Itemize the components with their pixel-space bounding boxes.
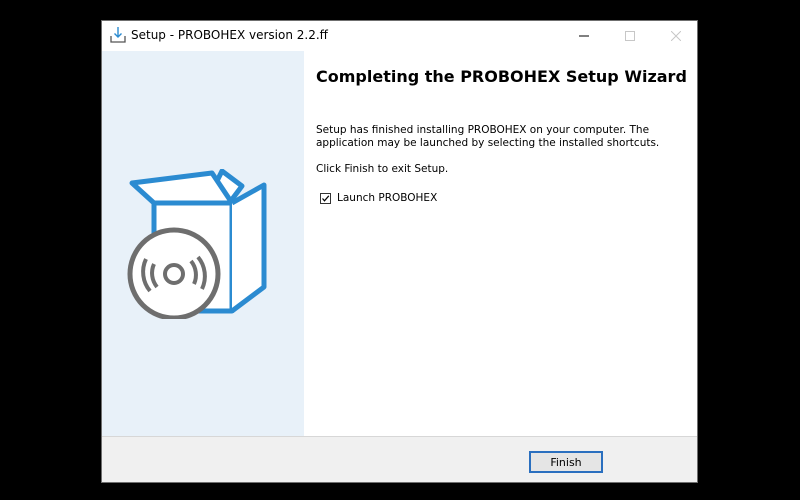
wizard-heading: Completing the PROBOHEX Setup Wizard bbox=[316, 67, 687, 86]
installer-icon bbox=[109, 26, 127, 44]
title-bar[interactable]: Setup - PROBOHEX version 2.2.ff bbox=[102, 21, 697, 51]
footer-divider bbox=[102, 436, 697, 437]
checkbox-box[interactable] bbox=[320, 192, 331, 204]
launch-app-label: Launch PROBOHEX bbox=[337, 192, 438, 204]
minimize-button[interactable] bbox=[561, 21, 607, 51]
window-title: Setup - PROBOHEX version 2.2.ff bbox=[131, 28, 328, 42]
wizard-content: Completing the PROBOHEX Setup Wizard Set… bbox=[102, 51, 697, 436]
launch-app-checkbox[interactable]: Launch PROBOHEX bbox=[320, 192, 437, 204]
close-button[interactable] bbox=[653, 21, 699, 51]
wizard-side-panel bbox=[102, 51, 304, 436]
close-icon bbox=[671, 31, 681, 41]
setup-window: Setup - PROBOHEX version 2.2.ff Completi… bbox=[101, 20, 698, 483]
maximize-button[interactable] bbox=[607, 21, 653, 51]
software-box-disc-icon bbox=[127, 169, 267, 319]
finish-button[interactable]: Finish bbox=[529, 451, 603, 473]
checkmark-icon bbox=[322, 194, 330, 202]
maximize-icon bbox=[625, 31, 635, 41]
completion-message: Setup has finished installing PROBOHEX o… bbox=[316, 124, 660, 149]
minimize-icon bbox=[579, 35, 589, 37]
exit-instructions: Click Finish to exit Setup. bbox=[316, 163, 449, 175]
